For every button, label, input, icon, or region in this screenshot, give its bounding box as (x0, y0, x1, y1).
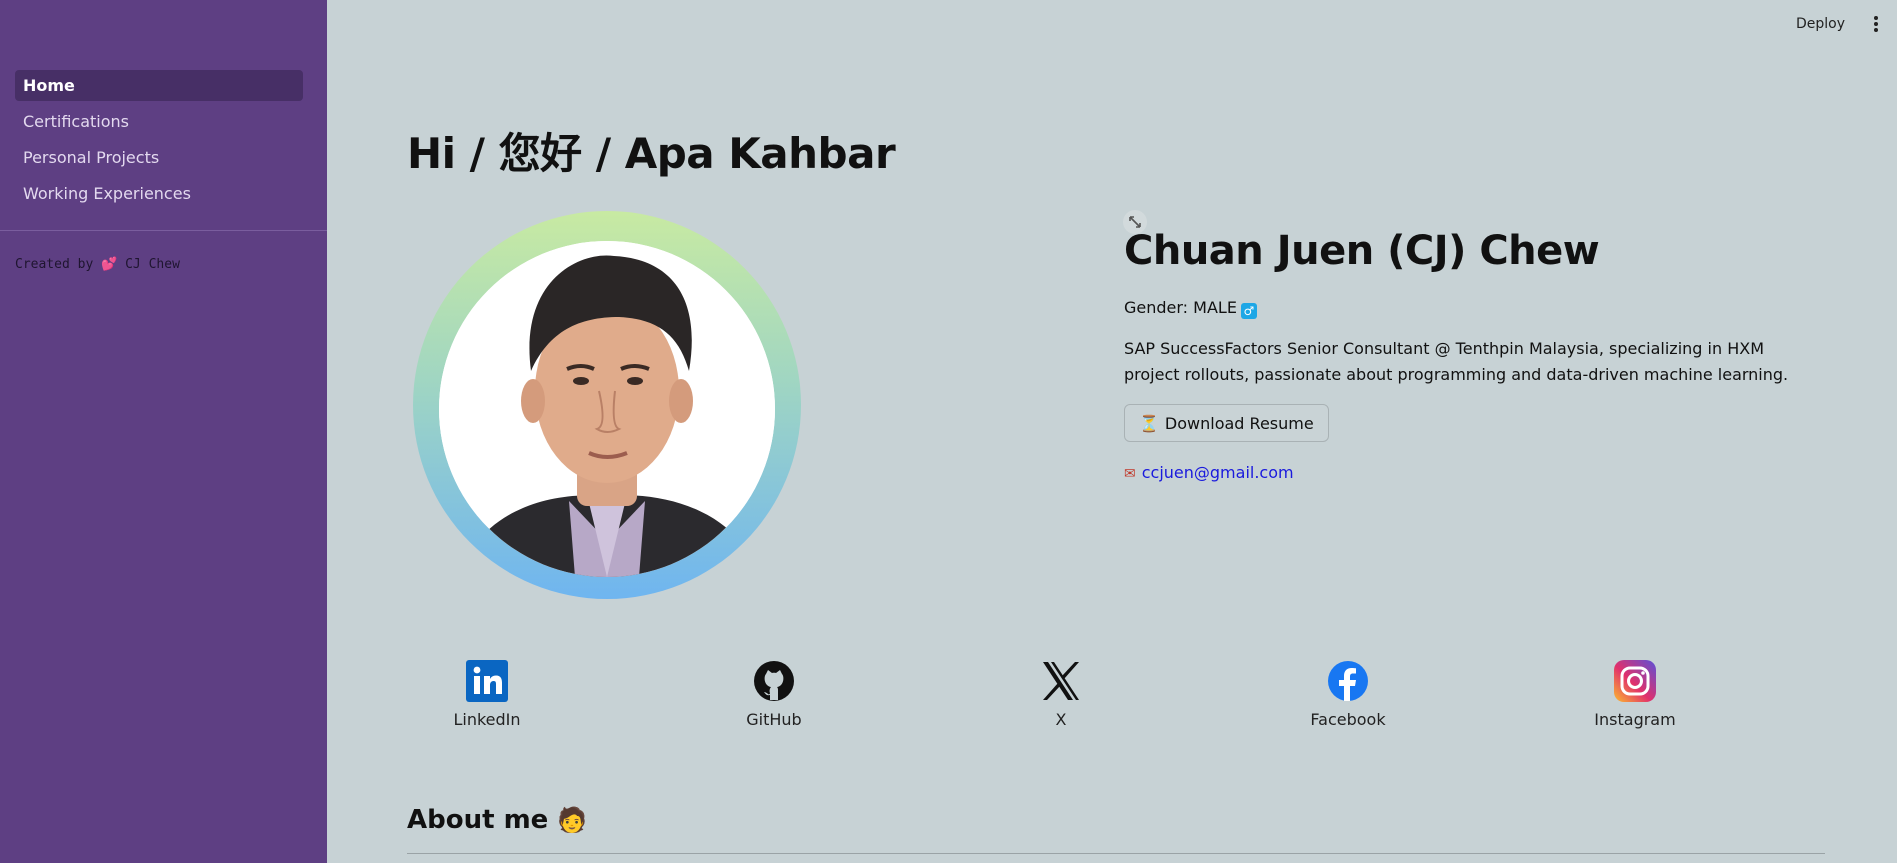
sidebar: Home Certifications Personal Projects Wo… (0, 0, 327, 863)
social-label: Instagram (1594, 710, 1676, 729)
main-content: Hi / 您好 / Apa Kahbar Chuan Juen (CJ) Che… (327, 0, 1897, 863)
social-linkedin[interactable]: LinkedIn (407, 660, 567, 729)
instagram-icon (1614, 660, 1656, 702)
download-resume-label: Download Resume (1164, 414, 1314, 433)
credit-line: Created by 💕 CJ Chew (15, 257, 180, 272)
gender-row: Gender: MALE ♂ (1124, 298, 1257, 319)
sidebar-item-home[interactable]: Home (15, 70, 303, 101)
x-icon (1043, 662, 1079, 700)
person-icon: 🧑 (557, 806, 588, 834)
male-icon: ♂ (1240, 303, 1257, 319)
profile-bio: SAP SuccessFactors Senior Consultant @ T… (1124, 339, 1789, 384)
profile-avatar-ring (413, 211, 801, 599)
sidebar-item-working-experiences[interactable]: Working Experiences (15, 178, 303, 209)
profile-name: Chuan Juen (CJ) Chew (1124, 228, 1600, 274)
social-label: X (1055, 710, 1067, 729)
about-divider (407, 853, 1825, 854)
linkedin-icon (466, 660, 508, 702)
github-icon (754, 661, 794, 701)
heart-icon: 💕 (101, 257, 118, 272)
credit-name: CJ Chew (117, 257, 180, 272)
profile-photo (439, 241, 775, 577)
gender-label: Gender: MALE (1124, 298, 1237, 317)
facebook-icon (1328, 661, 1368, 701)
download-resume-button[interactable]: ⏳ Download Resume (1124, 404, 1329, 442)
social-x[interactable]: X (981, 660, 1141, 729)
sidebar-item-personal-projects[interactable]: Personal Projects (15, 142, 303, 173)
hourglass-icon: ⏳ (1139, 414, 1159, 433)
mailbox-icon: ✉ (1124, 466, 1136, 482)
sidebar-nav: Home Certifications Personal Projects Wo… (15, 70, 303, 214)
credit-prefix: Created by (15, 257, 102, 272)
social-label: GitHub (746, 710, 802, 729)
greeting-heading: Hi / 您好 / Apa Kahbar (407, 129, 896, 178)
sidebar-divider (0, 230, 327, 231)
about-heading-text: About me (407, 805, 549, 835)
sidebar-item-certifications[interactable]: Certifications (15, 106, 303, 137)
social-label: LinkedIn (453, 710, 521, 729)
about-heading: About me 🧑 (407, 805, 587, 835)
social-github[interactable]: GitHub (694, 660, 854, 729)
email-link[interactable]: ccjuen@gmail.com (1142, 463, 1294, 482)
social-facebook[interactable]: Facebook (1268, 660, 1428, 729)
social-label: Facebook (1310, 710, 1386, 729)
social-links: LinkedIn GitHub X Facebook Instagram (407, 660, 1837, 740)
email-row: ✉ ccjuen@gmail.com (1124, 463, 1294, 482)
social-instagram[interactable]: Instagram (1555, 660, 1715, 729)
